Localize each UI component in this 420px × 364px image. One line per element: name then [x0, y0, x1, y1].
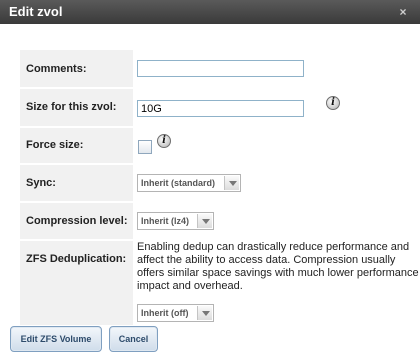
dialog-title: Edit zvol — [9, 4, 63, 19]
dedup-select[interactable]: Inherit (off) — [137, 304, 214, 322]
dedup-selected: Inherit (off) — [141, 308, 189, 318]
chevron-down-icon — [224, 176, 239, 190]
size-label: Size for this zvol: — [20, 89, 133, 126]
size-row: Size for this zvol: i — [20, 89, 420, 126]
info-icon[interactable]: i — [326, 96, 340, 110]
force-size-label: Force size: — [20, 128, 133, 163]
close-icon[interactable]: × — [396, 5, 410, 19]
comments-label: Comments: — [20, 50, 133, 87]
dialog-titlebar: Edit zvol × — [0, 0, 420, 24]
sync-label: Sync: — [20, 165, 133, 201]
dedup-warning-text: Enabling dedup can drastically reduce pe… — [137, 241, 419, 292]
cancel-button[interactable]: Cancel — [109, 326, 158, 352]
sync-selected: Inherit (standard) — [141, 178, 216, 188]
info-icon[interactable]: i — [157, 134, 171, 148]
comments-input[interactable] — [137, 60, 304, 77]
comments-row: Comments: — [20, 50, 420, 87]
compression-select[interactable]: Inherit (lz4) — [137, 212, 214, 230]
size-input[interactable] — [137, 100, 304, 117]
force-size-checkbox[interactable] — [138, 140, 152, 154]
chevron-down-icon — [197, 306, 212, 320]
chevron-down-icon — [197, 214, 212, 228]
dedup-row: ZFS Deduplication: Enabling dedup can dr… — [20, 241, 420, 325]
dedup-label: ZFS Deduplication: — [20, 241, 133, 325]
sync-row: Sync: Inherit (standard) — [20, 165, 420, 201]
sync-select[interactable]: Inherit (standard) — [137, 174, 241, 192]
compression-label: Compression level: — [20, 203, 133, 239]
compression-selected: Inherit (lz4) — [141, 216, 190, 226]
force-size-row: Force size: i — [20, 128, 420, 163]
compression-row: Compression level: Inherit (lz4) — [20, 203, 420, 239]
edit-zfs-volume-button[interactable]: Edit ZFS Volume — [10, 326, 102, 352]
